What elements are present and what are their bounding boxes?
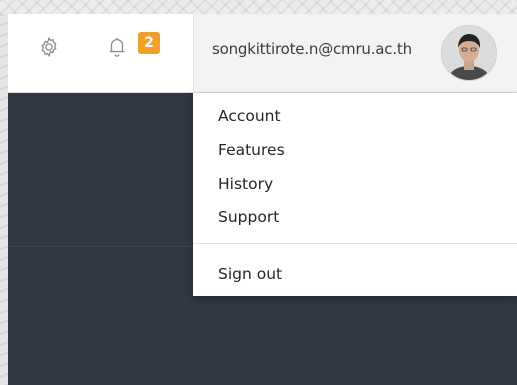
avatar[interactable]	[441, 25, 497, 81]
bell-icon[interactable]	[104, 34, 130, 60]
menu-item-support[interactable]: Support	[218, 208, 279, 226]
menu-item-history[interactable]: History	[218, 175, 273, 193]
menu-divider	[193, 243, 517, 244]
decorative-pattern	[0, 0, 517, 14]
user-dropdown-menu: Account Features History Support Sign ou…	[193, 93, 517, 296]
menu-item-features[interactable]: Features	[218, 141, 285, 159]
menu-item-account[interactable]: Account	[218, 107, 281, 125]
user-email[interactable]: songkittirote.n@cmru.ac.th	[212, 40, 412, 58]
notification-badge[interactable]: 2	[138, 32, 160, 54]
panel-divider	[8, 246, 194, 247]
page: 2 songkittirote.n@cmru.ac.th Account Fea…	[0, 0, 517, 385]
sign-out-button[interactable]: Sign out	[218, 265, 282, 283]
decorative-pattern-left	[0, 14, 8, 385]
gear-icon[interactable]	[36, 34, 62, 60]
